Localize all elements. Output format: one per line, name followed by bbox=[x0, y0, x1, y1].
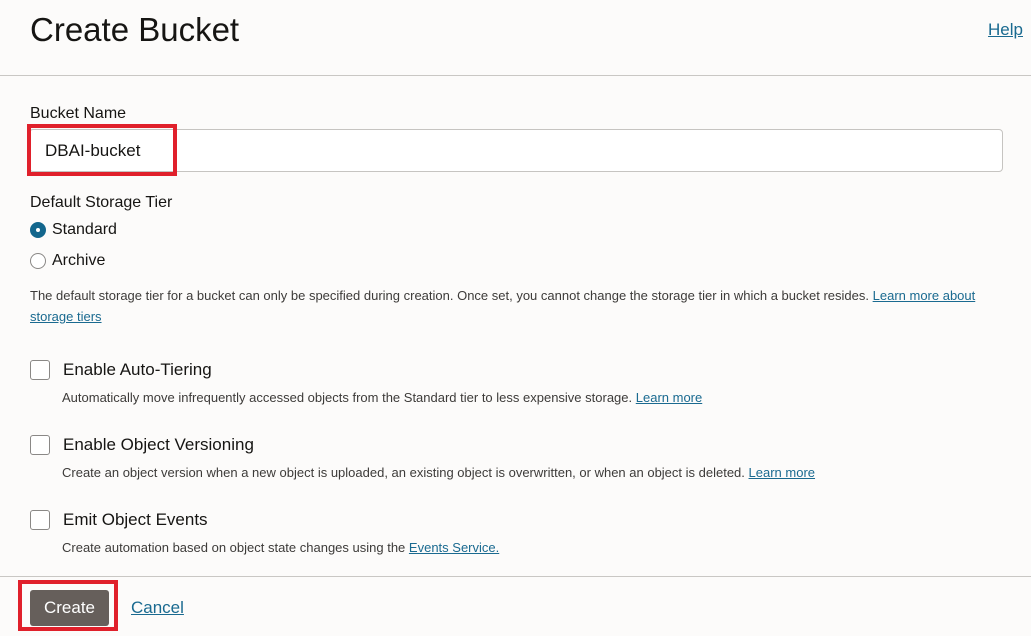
object-versioning-description-text: Create an object version when a new obje… bbox=[62, 465, 745, 480]
radio-standard-label: Standard bbox=[52, 221, 117, 238]
storage-tier-description: The default storage tier for a bucket ca… bbox=[30, 285, 1005, 327]
radio-archive-label: Archive bbox=[52, 252, 106, 269]
radio-standard[interactable]: Standard bbox=[30, 220, 117, 240]
object-versioning-learn-more-link[interactable]: Learn more bbox=[749, 465, 815, 480]
auto-tiering-description-text: Automatically move infrequently accessed… bbox=[62, 390, 633, 405]
auto-tiering-checkbox[interactable] bbox=[30, 360, 50, 380]
object-events-description-text: Create automation based on object state … bbox=[62, 540, 406, 555]
object-events-checkbox[interactable] bbox=[30, 510, 50, 530]
auto-tiering-option[interactable]: Enable Auto-Tiering bbox=[30, 359, 212, 381]
cancel-link[interactable]: Cancel bbox=[131, 598, 184, 618]
bucket-name-input[interactable] bbox=[30, 130, 1002, 171]
page-header: Create Bucket Help bbox=[0, 0, 1031, 76]
object-events-description: Create automation based on object state … bbox=[62, 540, 499, 555]
bucket-name-field[interactable] bbox=[29, 129, 1003, 172]
radio-archive[interactable]: Archive bbox=[30, 251, 105, 271]
events-service-link[interactable]: Events Service. bbox=[409, 540, 499, 555]
object-versioning-checkbox[interactable] bbox=[30, 435, 50, 455]
auto-tiering-label: Enable Auto-Tiering bbox=[63, 360, 212, 379]
storage-tier-label: Default Storage Tier bbox=[30, 194, 173, 211]
help-link[interactable]: Help bbox=[988, 20, 1023, 40]
storage-tier-description-text: The default storage tier for a bucket ca… bbox=[30, 288, 869, 303]
auto-tiering-description: Automatically move infrequently accessed… bbox=[62, 390, 702, 405]
object-versioning-description: Create an object version when a new obje… bbox=[62, 465, 815, 480]
object-events-option[interactable]: Emit Object Events bbox=[30, 509, 208, 531]
radio-standard-icon[interactable] bbox=[30, 222, 46, 238]
radio-archive-icon[interactable] bbox=[30, 253, 46, 269]
bucket-name-label: Bucket Name bbox=[30, 105, 127, 122]
object-events-label: Emit Object Events bbox=[63, 510, 208, 529]
auto-tiering-learn-more-link[interactable]: Learn more bbox=[636, 390, 702, 405]
page-title: Create Bucket bbox=[30, 11, 240, 48]
object-versioning-option[interactable]: Enable Object Versioning bbox=[30, 434, 254, 456]
object-versioning-label: Enable Object Versioning bbox=[63, 435, 254, 454]
create-button[interactable]: Create bbox=[30, 590, 109, 626]
